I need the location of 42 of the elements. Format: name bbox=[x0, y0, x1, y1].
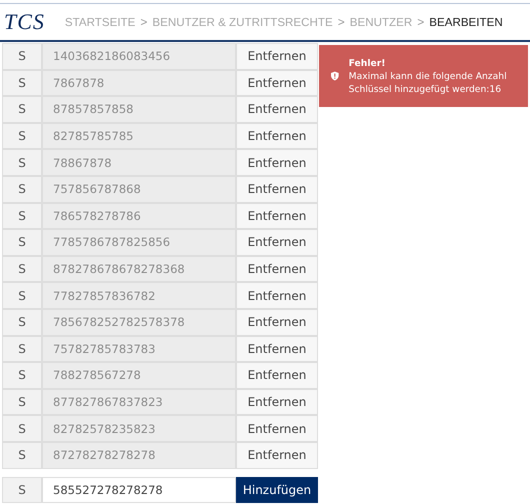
breadcrumb-link[interactable]: BEARBEITEN bbox=[429, 16, 503, 28]
remove-button[interactable]: Entfernen bbox=[236, 43, 318, 70]
add-button[interactable]: Hinzufügen bbox=[236, 476, 318, 504]
remove-button[interactable]: Entfernen bbox=[236, 415, 318, 442]
remove-button[interactable]: Entfernen bbox=[236, 362, 318, 389]
key-type-label: S bbox=[2, 176, 42, 203]
breadcrumb-separator: > bbox=[417, 15, 424, 29]
logo[interactable]: TCS bbox=[4, 9, 45, 35]
remove-button[interactable]: Entfernen bbox=[236, 202, 318, 230]
key-type-label: S bbox=[2, 476, 42, 504]
key-type-label: S bbox=[2, 96, 42, 123]
key-type-label: S bbox=[2, 308, 42, 336]
key-type-label: S bbox=[2, 415, 42, 442]
key-type-label: S bbox=[2, 336, 42, 362]
key-type-label: S bbox=[2, 43, 42, 70]
remove-button[interactable]: Entfernen bbox=[236, 442, 318, 468]
key-type-label: S bbox=[2, 122, 42, 150]
remove-button[interactable]: Entfernen bbox=[236, 229, 318, 256]
remove-button[interactable]: Entfernen bbox=[236, 70, 318, 96]
remove-button[interactable]: Entfernen bbox=[236, 122, 318, 150]
breadcrumb-separator: > bbox=[140, 15, 148, 29]
key-type-label: S bbox=[2, 202, 42, 230]
remove-button[interactable]: Entfernen bbox=[236, 282, 318, 309]
key-type-label: S bbox=[2, 282, 42, 309]
key-type-label: S bbox=[2, 149, 42, 176]
key-type-label: S bbox=[2, 442, 42, 468]
key-type-label: S bbox=[2, 256, 42, 282]
remove-button[interactable]: Entfernen bbox=[236, 149, 318, 176]
error-title: Fehler! bbox=[348, 56, 386, 70]
remove-button[interactable]: Entfernen bbox=[236, 256, 318, 282]
key-type-label: S bbox=[2, 388, 42, 416]
error-message: Maximal kann die folgende Anzahl Schlüssel hinzugefügt werden:16 bbox=[348, 70, 508, 96]
key-type-label: S bbox=[2, 362, 42, 389]
remove-button[interactable]: Entfernen bbox=[236, 96, 318, 123]
breadcrumb-separator: > bbox=[338, 15, 345, 29]
remove-button[interactable]: Entfernen bbox=[236, 388, 318, 416]
remove-button[interactable]: Entfernen bbox=[236, 308, 318, 336]
remove-button[interactable]: Entfernen bbox=[236, 176, 318, 203]
key-input-field[interactable]: 585527278278278 bbox=[42, 476, 236, 504]
remove-button[interactable]: Entfernen bbox=[236, 336, 318, 362]
key-type-label: S bbox=[2, 70, 42, 96]
key-type-label: S bbox=[2, 229, 42, 256]
